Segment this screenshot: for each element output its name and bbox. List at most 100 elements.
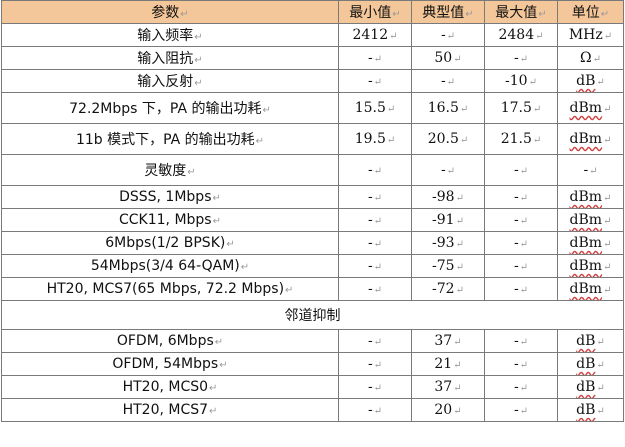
cell-max: -↵	[484, 398, 558, 422]
cell-typ: 21↵	[411, 352, 485, 376]
cell-typ: 37↵	[411, 375, 485, 399]
cell-param: OFDM, 54Mbps↵	[1, 352, 339, 376]
cell-typ: -↵	[411, 154, 485, 186]
cell-min: -↵	[338, 208, 412, 232]
cell-max: -↵	[484, 231, 558, 255]
cell-param: 输入阻抗↵	[1, 46, 339, 70]
header-param: 参数↵	[1, 0, 339, 24]
cell-unit: dBm↵	[557, 254, 624, 278]
cell-param: 72.2Mbps 下，PA 的输出功耗↵	[1, 92, 339, 124]
table-row: 输入阻抗↵ -↵ 50↵ -↵ Ω↵	[1, 46, 624, 70]
cell-typ: -72↵	[411, 277, 485, 301]
cell-param: 6Mbps(1/2 BPSK)↵	[1, 231, 339, 255]
cell-typ: 20↵	[411, 398, 485, 422]
cell-max: -↵	[484, 185, 558, 209]
cell-unit: MHz↵	[557, 23, 624, 47]
section-row: 邻道抑制	[1, 300, 624, 330]
table-row: 输入反射↵ -↵ -↵ -10↵ dB↵	[1, 69, 624, 93]
cell-min: -↵	[338, 329, 412, 353]
header-typ: 典型值↵	[411, 0, 485, 24]
cell-unit: dBm↵	[557, 92, 624, 124]
cell-param: 54Mbps(3/4 64-QAM)↵	[1, 254, 339, 278]
cell-min: -↵	[338, 231, 412, 255]
cell-unit: dB↵	[557, 375, 624, 399]
cell-max: -↵	[484, 329, 558, 353]
cell-unit: dBm↵	[557, 231, 624, 255]
cell-unit: Ω↵	[557, 46, 624, 70]
cell-param: 11b 模式下，PA 的输出功耗↵	[1, 123, 339, 155]
cell-min: -↵	[338, 254, 412, 278]
cell-param: DSSS, 1Mbps↵	[1, 185, 339, 209]
cell-min: -↵	[338, 398, 412, 422]
cell-unit: dBm↵	[557, 208, 624, 232]
cell-param: HT20, MCS7(65 Mbps, 72.2 Mbps)↵	[1, 277, 339, 301]
table-row: OFDM, 6Mbps↵ -↵ 37↵ -↵ dB↵	[1, 329, 624, 353]
table-body: 输入频率↵ 2412↵ -↵ 2484↵ MHz↵ 输入阻抗↵ -↵ 50↵ -↵ Ω↵ 输入反射↵…	[1, 23, 624, 422]
cell-min: -↵	[338, 375, 412, 399]
cell-param: HT20, MCS7↵	[1, 398, 339, 422]
cell-typ: -93↵	[411, 231, 485, 255]
table-row: 输入频率↵ 2412↵ -↵ 2484↵ MHz↵	[1, 23, 624, 47]
cell-max: -↵	[484, 352, 558, 376]
cell-max: 21.5↵	[484, 123, 558, 155]
cell-min: -↵	[338, 154, 412, 186]
cell-max: -↵	[484, 46, 558, 70]
cell-max: -↵	[484, 208, 558, 232]
cell-param: HT20, MCS0↵	[1, 375, 339, 399]
cell-typ: 50↵	[411, 46, 485, 70]
cell-param: OFDM, 6Mbps↵	[1, 329, 339, 353]
section-label: 邻道抑制	[1, 300, 624, 330]
table-row: CCK11, Mbps↵ -↵ -91↵ -↵ dBm↵	[1, 208, 624, 232]
table-row: 11b 模式下，PA 的输出功耗↵ 19.5↵ 20.5↵ 21.5↵ dBm↵	[1, 123, 624, 155]
cell-param: 输入反射↵	[1, 69, 339, 93]
cell-param: CCK11, Mbps↵	[1, 208, 339, 232]
table-row: HT20, MCS7↵ -↵ 20↵ -↵ dB↵	[1, 398, 624, 422]
spec-table: 参数↵ 最小值↵ 典型值↵ 最大值↵ 单位↵ 输入频率↵ 2412↵ -↵ 2484↵…	[1, 0, 624, 422]
cell-min: -↵	[338, 185, 412, 209]
cell-min: -↵	[338, 277, 412, 301]
table-row: HT20, MCS0↵ -↵ 37↵ -↵ dB↵	[1, 375, 624, 399]
cell-typ: -↵	[411, 69, 485, 93]
header-min: 最小值↵	[338, 0, 412, 24]
cell-typ: 37↵	[411, 329, 485, 353]
cell-typ: 20.5↵	[411, 123, 485, 155]
cell-typ: -↵	[411, 23, 485, 47]
cell-unit: dBm↵	[557, 277, 624, 301]
cell-max: -↵	[484, 277, 558, 301]
header-row: 参数↵ 最小值↵ 典型值↵ 最大值↵ 单位↵	[1, 0, 624, 24]
cell-min: -↵	[338, 352, 412, 376]
table-row: 6Mbps(1/2 BPSK)↵ -↵ -93↵ -↵ dBm↵	[1, 231, 624, 255]
cell-max: -↵	[484, 254, 558, 278]
cell-min: -↵	[338, 69, 412, 93]
cell-unit: -↵	[557, 154, 624, 186]
table-row: 54Mbps(3/4 64-QAM)↵ -↵ -75↵ -↵ dBm↵	[1, 254, 624, 278]
cell-max: -10↵	[484, 69, 558, 93]
cell-max: -↵	[484, 375, 558, 399]
cell-typ: -91↵	[411, 208, 485, 232]
cell-min: -↵	[338, 46, 412, 70]
cell-typ: -75↵	[411, 254, 485, 278]
cell-unit: dB↵	[557, 329, 624, 353]
cell-unit: dBm↵	[557, 185, 624, 209]
table-row: DSSS, 1Mbps↵ -↵ -98↵ -↵ dBm↵	[1, 185, 624, 209]
cell-max: 2484↵	[484, 23, 558, 47]
header-unit: 单位↵	[557, 0, 624, 24]
table-row: HT20, MCS7(65 Mbps, 72.2 Mbps)↵ -↵ -72↵ -↵ d…	[1, 277, 624, 301]
cell-unit: dB↵	[557, 69, 624, 93]
table-row: 72.2Mbps 下，PA 的输出功耗↵ 15.5↵ 16.5↵ 17.5↵ dBm↵	[1, 92, 624, 124]
cell-max: -↵	[484, 154, 558, 186]
cell-param: 输入频率↵	[1, 23, 339, 47]
cell-typ: -98↵	[411, 185, 485, 209]
cell-unit: dB↵	[557, 352, 624, 376]
cell-min: 19.5↵	[338, 123, 412, 155]
cell-unit: dB↵	[557, 398, 624, 422]
cell-max: 17.5↵	[484, 92, 558, 124]
cell-min: 15.5↵	[338, 92, 412, 124]
table-row: 灵敏度↵ -↵ -↵ -↵ -↵	[1, 154, 624, 186]
cell-min: 2412↵	[338, 23, 412, 47]
cell-unit: dBm↵	[557, 123, 624, 155]
cell-param: 灵敏度↵	[1, 154, 339, 186]
table-row: OFDM, 54Mbps↵ -↵ 21↵ -↵ dB↵	[1, 352, 624, 376]
cell-typ: 16.5↵	[411, 92, 485, 124]
header-max: 最大值↵	[484, 0, 558, 24]
